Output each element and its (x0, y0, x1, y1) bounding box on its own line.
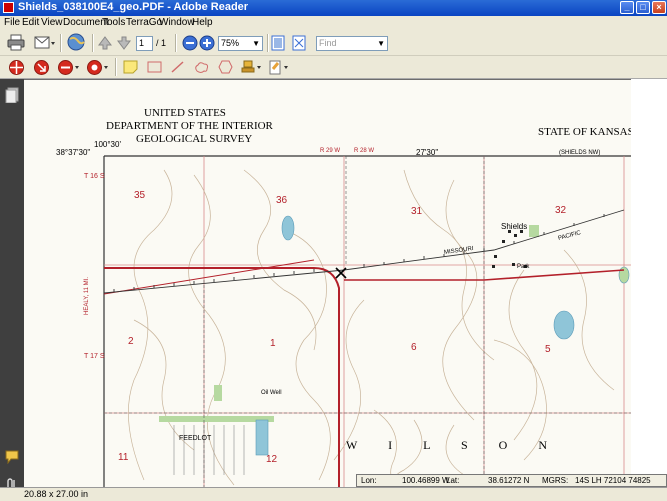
zoom-out-icon[interactable] (182, 35, 198, 51)
toolbar-separator (267, 34, 269, 52)
zoom-select[interactable]: 75% ▼ (218, 36, 263, 51)
window-title: Shields_038100E4_geo.PDF - Adobe Reader (18, 1, 249, 13)
agency-line-2: DEPARTMENT OF THE INTERIOR (106, 120, 273, 132)
menu-file[interactable]: File (4, 17, 20, 28)
fit-page-icon[interactable] (271, 35, 285, 51)
toolbar-separator (60, 34, 62, 52)
section-6: 6 (411, 342, 417, 353)
adobe-reader-icon (3, 2, 14, 13)
mgrs-label: MGRS: (542, 476, 569, 485)
main-toolbar: 1 / 1 75% ▼ Find ▼ (0, 30, 667, 56)
agency-line-3: GEOLOGICAL SURVEY (136, 133, 253, 145)
highway-distance-note: HEALY, 11 MI. (84, 276, 90, 315)
highway-road (103, 259, 625, 488)
rectangle-tool-icon[interactable] (147, 60, 162, 74)
lon-label: Lon: (361, 476, 377, 485)
zoom-in-icon[interactable] (199, 35, 215, 51)
line-tool-icon[interactable] (170, 60, 185, 74)
page-number-input[interactable]: 1 (136, 36, 153, 51)
cloud-tool-icon[interactable] (194, 60, 209, 74)
oil-well-label: Oil Well (261, 390, 282, 396)
geo-toolbar (0, 56, 667, 79)
section-2: 2 (128, 336, 134, 347)
find-placeholder: Find (319, 38, 337, 48)
section-35: 35 (134, 190, 146, 201)
find-input[interactable]: Find ▼ (316, 36, 388, 51)
lon-value: 100.46899 W (402, 476, 450, 485)
menu-window[interactable]: Window (159, 17, 195, 28)
vertical-scrollbar[interactable] (631, 79, 667, 487)
locate-arrow-icon[interactable] (33, 59, 50, 76)
feedlot-pens (173, 425, 245, 475)
menu-terrago[interactable]: TerraGo (126, 17, 162, 28)
toolbar-separator (175, 34, 177, 52)
lat-label: Lat: (446, 476, 460, 485)
pages-panel-icon[interactable] (5, 87, 19, 103)
full-screen-icon[interactable] (292, 35, 306, 51)
section-5: 5 (545, 344, 551, 355)
lat-value: 38.61272 N (488, 476, 530, 485)
corner-longitude: 100°30' (94, 140, 121, 149)
park-label: Park (517, 264, 530, 270)
county-label-wilson: W I L S O N (346, 438, 561, 452)
maximize-button[interactable]: □ (636, 1, 650, 14)
feedlot-label: FEEDLOT (179, 435, 212, 442)
measure-icon[interactable] (57, 59, 81, 76)
zoom-value: 75% (221, 38, 240, 48)
adjoining-quad-label: (SHIELDS NW) (559, 150, 601, 156)
comments-panel-icon[interactable] (5, 450, 19, 464)
sticky-note-icon[interactable] (123, 60, 138, 74)
menu-tools[interactable]: Tools (102, 17, 125, 28)
title-bar: Shields_038100E4_geo.PDF - Adobe Reader … (0, 0, 667, 16)
toolbar-separator (92, 34, 94, 52)
menu-help[interactable]: Help (192, 17, 213, 28)
highlight-tool-icon[interactable] (268, 59, 292, 76)
section-1: 1 (270, 338, 276, 349)
polygon-tool-icon[interactable] (218, 60, 233, 74)
minimize-button[interactable]: _ (620, 1, 634, 14)
town-label-shields: Shields (501, 222, 528, 231)
section-11: 11 (118, 452, 129, 463)
toolbar-separator (115, 58, 117, 76)
coordinate-readout: Lon: 100.46899 W Lat: 38.61272 N MGRS: 1… (356, 474, 667, 487)
menu-bar: File Edit View Document Tools TerraGo Wi… (0, 16, 667, 30)
collaborate-globe-icon[interactable] (66, 33, 86, 52)
section-32: 32 (555, 205, 567, 216)
corner-latitude: 38°37'30" (56, 148, 91, 157)
geo-marker-icon[interactable] (86, 59, 110, 76)
email-icon[interactable] (34, 34, 56, 51)
pdf-page-map[interactable]: UNITED STATES DEPARTMENT OF THE INTERIOR… (24, 80, 631, 488)
range-label-29w: R 29 W (320, 148, 341, 154)
range-label-28w: R 28 W (354, 148, 375, 154)
print-icon[interactable] (7, 34, 25, 51)
menu-view[interactable]: View (41, 17, 63, 28)
close-button[interactable]: × (652, 1, 666, 14)
menu-edit[interactable]: Edit (22, 17, 39, 28)
stamp-tool-icon[interactable] (241, 59, 265, 76)
mgrs-value: 14S LH 72104 74825 (575, 476, 651, 485)
navigation-pane (0, 79, 24, 500)
section-31: 31 (411, 206, 423, 217)
previous-page-icon[interactable] (98, 36, 112, 50)
township-17s: T 17 S (84, 353, 105, 360)
section-12: 12 (266, 454, 278, 465)
status-bar (24, 487, 667, 501)
location-crosshair-icon[interactable] (8, 59, 25, 76)
next-page-icon[interactable] (117, 36, 131, 50)
page-total: / 1 (156, 38, 167, 48)
township-16s: T 16 S (84, 173, 105, 180)
chevron-down-icon: ▼ (252, 39, 260, 48)
longitude-tick: 27'30" (416, 148, 439, 157)
page-size-readout: 20.88 x 27.00 in (0, 487, 112, 501)
section-36: 36 (276, 195, 288, 206)
chevron-down-icon: ▼ (377, 39, 385, 48)
location-marker-x (335, 267, 347, 279)
state-label: STATE OF KANSAS (538, 126, 631, 138)
agency-line-1: UNITED STATES (144, 107, 226, 119)
